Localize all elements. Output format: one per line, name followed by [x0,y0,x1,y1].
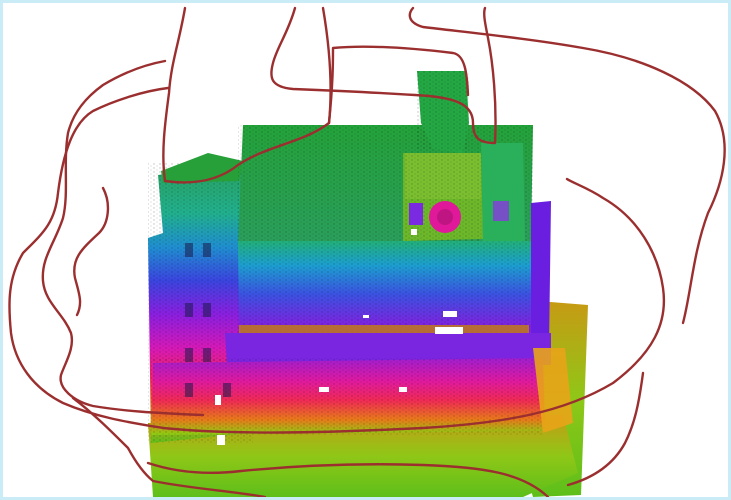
chimney-texture [417,71,469,151]
roof-equipment [481,143,525,241]
front-facade-texture [239,241,533,337]
point-cloud-viewport[interactable] [0,0,731,500]
lower-floors-texture [151,358,545,435]
point-cloud-canvas[interactable] [3,3,728,497]
side-wall [531,201,551,353]
roof-tuft [161,153,243,183]
